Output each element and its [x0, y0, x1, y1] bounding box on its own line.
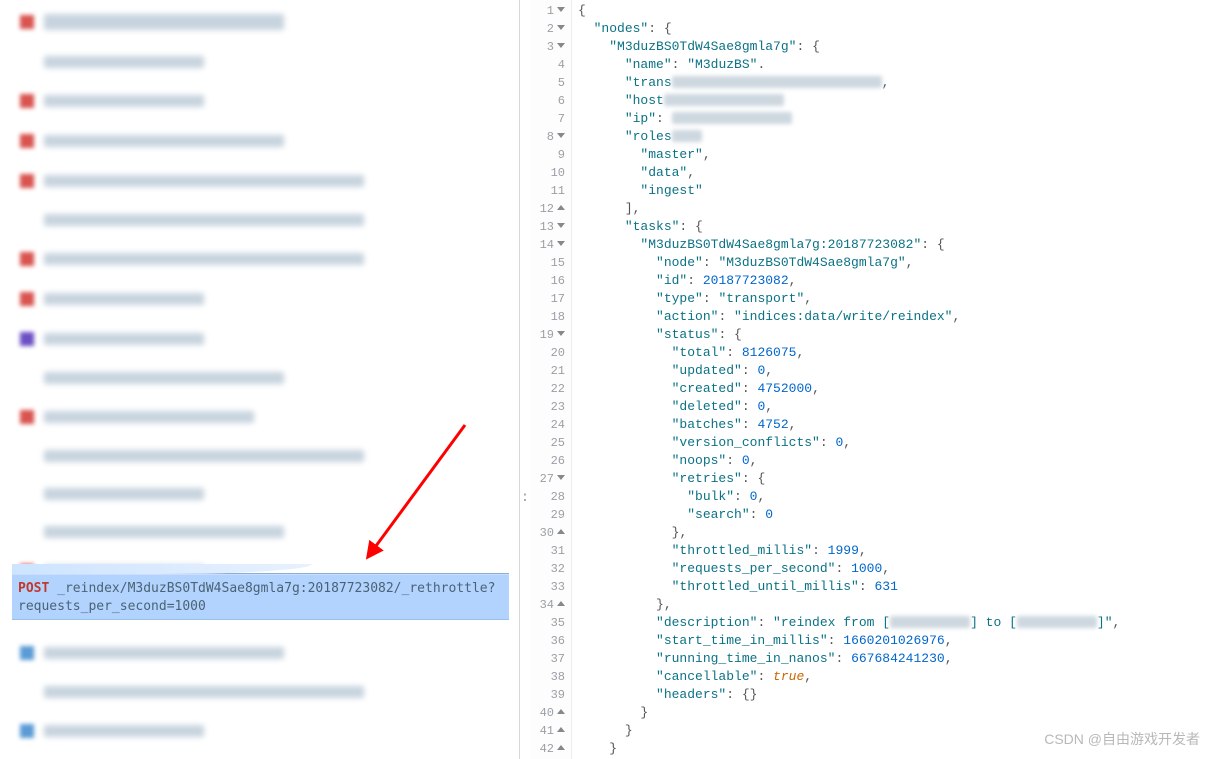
line-num: 26 — [530, 452, 565, 470]
line-num[interactable]: 13 — [530, 218, 565, 236]
line-num: 21 — [530, 362, 565, 380]
line-num[interactable]: 2 — [530, 20, 565, 38]
request-url: _reindex/M3duzBS0TdW4Sae8gmla7g:20187723… — [18, 581, 495, 614]
line-num: 18 — [530, 308, 565, 326]
line-num: 11 — [530, 182, 565, 200]
line-num: 5 — [530, 74, 565, 92]
line-num: 25 — [530, 434, 565, 452]
line-num[interactable]: 27 — [530, 470, 565, 488]
line-num: 17 — [530, 290, 565, 308]
line-num: 37 — [530, 650, 565, 668]
line-num: 38 — [530, 668, 565, 686]
line-num[interactable]: 8 — [530, 128, 565, 146]
line-num[interactable]: 19 — [530, 326, 565, 344]
app-container: POST _reindex/M3duzBS0TdW4Sae8gmla7g:201… — [0, 0, 1220, 759]
line-num: 35 — [530, 614, 565, 632]
json-response-body[interactable]: { "nodes": { "M3duzBS0TdW4Sae8gmla7g": {… — [572, 0, 1220, 759]
line-num: 32 — [530, 560, 565, 578]
line-num[interactable]: 30 — [530, 524, 565, 542]
line-num: 20 — [530, 344, 565, 362]
line-num: 22 — [530, 380, 565, 398]
line-num: 6 — [530, 92, 565, 110]
line-num: 23 — [530, 398, 565, 416]
selected-request[interactable]: POST _reindex/M3duzBS0TdW4Sae8gmla7g:201… — [12, 573, 509, 620]
http-method: POST — [18, 581, 49, 596]
history-list-blurred — [0, 0, 519, 606]
line-num: 9 — [530, 146, 565, 164]
line-num: 24 — [530, 416, 565, 434]
line-num: 29 — [530, 506, 565, 524]
pane-splitter[interactable] — [520, 0, 530, 759]
line-num[interactable]: 12 — [530, 200, 565, 218]
history-list-blurred-bottom — [0, 640, 519, 758]
line-num: 4 — [530, 56, 565, 74]
line-num: 15 — [530, 254, 565, 272]
line-num[interactable]: 42 — [530, 740, 565, 758]
line-num: 28 — [530, 488, 565, 506]
request-editor-pane[interactable]: POST _reindex/M3duzBS0TdW4Sae8gmla7g:201… — [0, 0, 520, 759]
line-num: 36 — [530, 632, 565, 650]
line-num[interactable]: 41 — [530, 722, 565, 740]
line-num: 10 — [530, 164, 565, 182]
line-num: 33 — [530, 578, 565, 596]
line-num: 7 — [530, 110, 565, 128]
line-num: 39 — [530, 686, 565, 704]
line-num[interactable]: 14 — [530, 236, 565, 254]
line-num[interactable]: 40 — [530, 704, 565, 722]
line-num: 16 — [530, 272, 565, 290]
line-num[interactable]: 1 — [530, 2, 565, 20]
watermark: CSDN @自由游戏开发者 — [1044, 729, 1200, 749]
line-num: 31 — [530, 542, 565, 560]
line-number-gutter: 1 2 3 4 5 6 7 8 9 10 11 12 13 14 15 16 1… — [530, 0, 572, 759]
line-num[interactable]: 3 — [530, 38, 565, 56]
response-pane: 1 2 3 4 5 6 7 8 9 10 11 12 13 14 15 16 1… — [530, 0, 1220, 759]
line-num[interactable]: 34 — [530, 596, 565, 614]
